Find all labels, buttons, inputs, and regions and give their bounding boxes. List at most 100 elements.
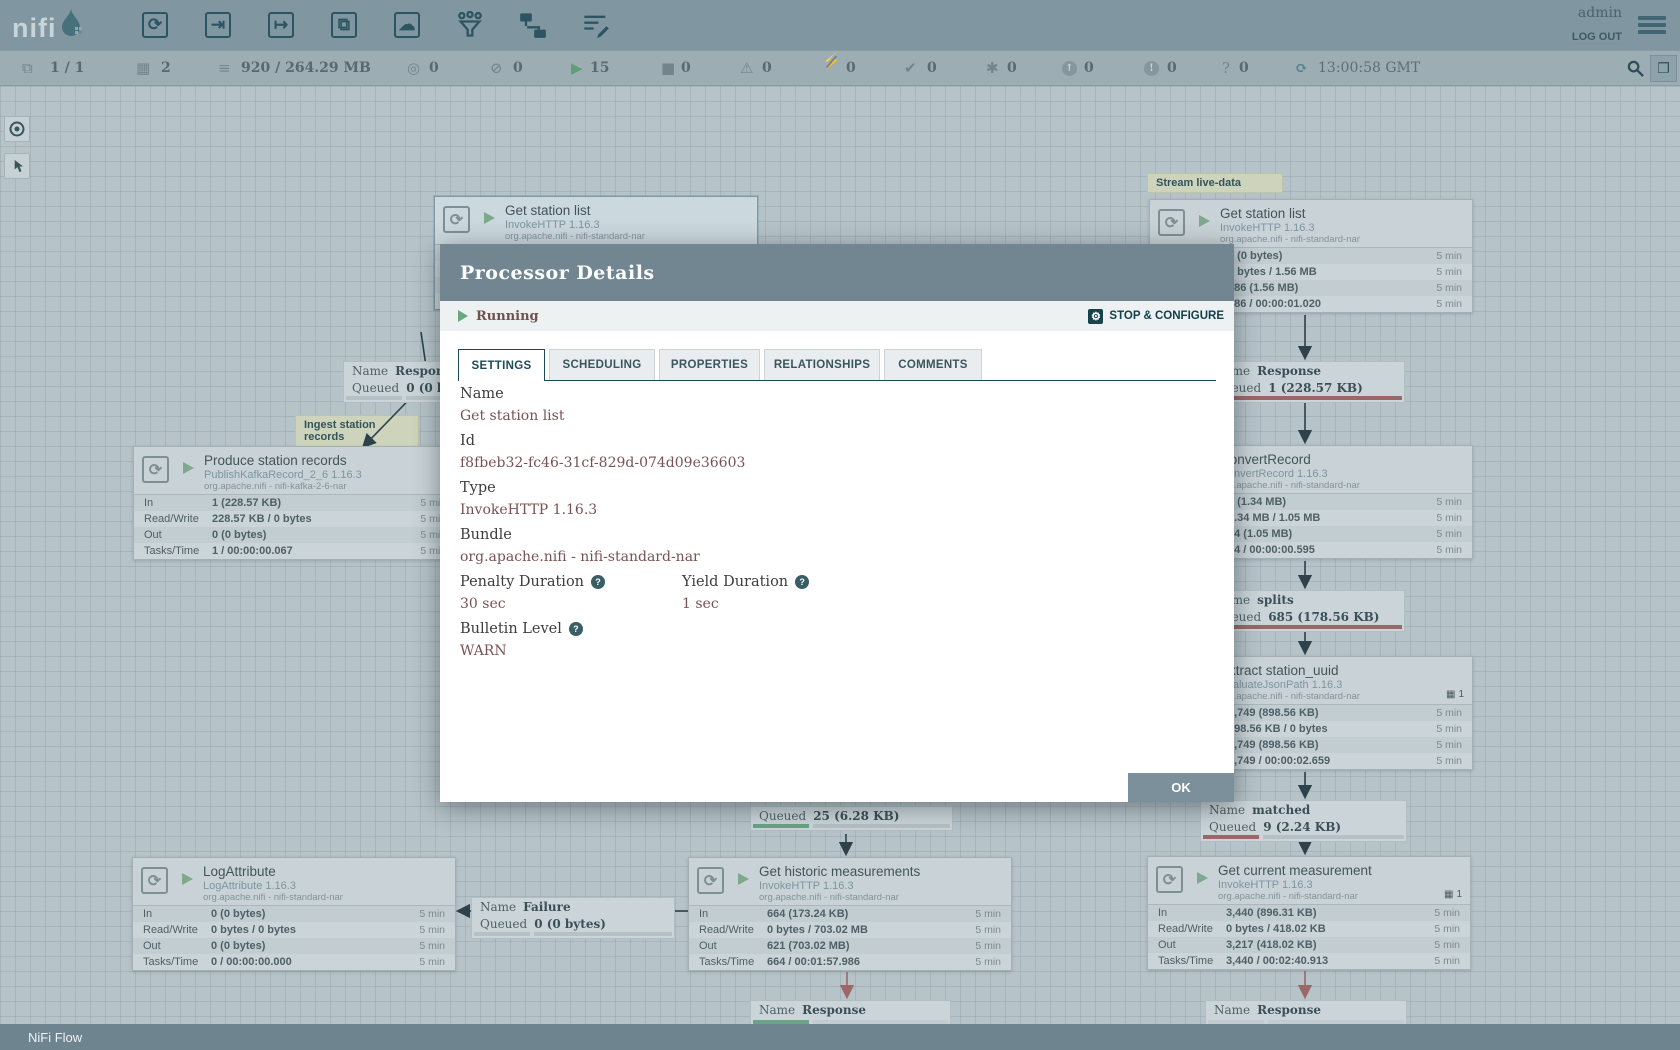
label-icon[interactable] [581,10,611,40]
field-penalty-duration: Penalty Duration? 30 sec [460,574,605,612]
processor-name: Get current measurement [1218,863,1372,878]
processor-bundle: org.apache.nifi - nifi-standard-nar [203,892,343,903]
ok-button[interactable]: OK [1128,773,1234,802]
stopped-icon: ■ [661,51,675,85]
connection-label-response-right-top[interactable]: NameResponse Queued1 (228.57 KB) [1205,361,1405,403]
hand-tool-icon[interactable] [4,153,30,179]
connection-queued-label: Queued [352,381,399,395]
toolbar-right: admin LOG OUT [1572,3,1680,48]
global-menu-icon[interactable] [1638,13,1666,37]
run-status-icon [182,873,193,885]
running-count: 15 [590,51,609,85]
processor-produce-station-records[interactable]: ⟳ Produce station records PublishKafkaRe… [133,446,457,560]
active-threads-icon: ▦ [136,51,150,85]
running-icon: ▶ [571,51,583,85]
transmitting-count: 0 [429,51,439,85]
active-thread-badge: ▦ 1 [1446,689,1464,700]
processor-type: InvokeHTTP 1.16.3 [505,219,600,231]
processor-name: Extract station_uuid [1220,663,1339,678]
processor-name: Get station list [505,203,591,218]
template-icon[interactable] [518,10,548,40]
disabled-icon: ⚡ [822,52,841,86]
locally-modified-count: 0 [1007,51,1017,85]
processor-type: InvokeHTTP 1.16.3 [1220,222,1315,234]
processor-get-historic-measurements[interactable]: ⟳ Get historic measurements InvokeHTTP 1… [688,857,1012,971]
not-transmitting-count: 0 [513,51,523,85]
tab-settings[interactable]: SETTINGS [458,349,545,381]
stopped-count: 0 [681,51,691,85]
stale-count: 0 [1084,51,1094,85]
help-icon[interactable]: ? [569,622,583,636]
connection-label-response-botmid[interactable]: NameResponse [750,1000,951,1024]
stale-icon: ↑ [1062,51,1077,85]
run-status-icon [183,462,194,474]
field-type-value: InvokeHTTP 1.16.3 [460,502,597,518]
tab-relationships[interactable]: RELATIONSHIPS [764,349,880,380]
connection-label-response-botright[interactable]: NameResponse [1205,1000,1407,1024]
breadcrumb[interactable]: NiFi Flow [28,1030,82,1045]
processor-icon[interactable]: ⟳ [140,10,170,40]
sync-failure-icon: ? [1222,51,1230,85]
processor-type-icon: ⟳ [142,456,169,483]
processor-type: LogAttribute 1.16.3 [203,880,296,892]
cluster-count: 1 / 1 [50,51,84,85]
run-status-icon [484,212,495,224]
run-status-icon [1199,215,1210,227]
panel-toggle-icon[interactable]: ❐ [1650,55,1677,82]
processor-details-dialog: Processor Details Running ⚙ STOP & CONFI… [440,244,1234,802]
transmitting-icon: ◎ [407,51,420,85]
help-icon[interactable]: ? [591,575,605,589]
dialog-title: Processor Details [460,262,655,284]
running-status-text: Running [476,309,539,324]
field-yield-value: 1 sec [682,596,809,612]
snap-to-grid-icon[interactable] [4,116,30,142]
breadcrumb-bar: NiFi Flow [0,1024,1680,1050]
processor-type-icon: ⟳ [1156,866,1183,893]
search-icon[interactable] [1622,55,1649,82]
queued-icon: ≡ [218,51,231,85]
processor-type-icon: ⟳ [697,867,724,894]
tab-comments[interactable]: COMMENTS [884,349,982,380]
tab-properties[interactable]: PROPERTIES [659,349,760,380]
field-name: Name Get station list [460,386,564,424]
logout-link[interactable]: LOG OUT [1572,31,1622,44]
field-bundle-value: org.apache.nifi - nifi-standard-nar [460,549,700,565]
connection-label-queued25[interactable]: Queued25 (6.28 KB) [750,806,953,831]
running-status-icon [458,310,468,322]
processor-bundle: org.apache.nifi - nifi-standard-nar [1220,691,1360,702]
remote-process-group-icon[interactable]: ☁ [392,10,422,40]
processor-type: PublishKafkaRecord_2_6 1.16.3 [204,469,362,481]
run-status-icon [738,873,749,885]
processor-log-attribute[interactable]: ⟳ LogAttribute LogAttribute 1.16.3 org.a… [132,857,456,971]
active-threads-count: 2 [161,51,171,85]
nifi-logo-text: nifi [12,13,57,44]
help-icon[interactable]: ? [795,575,809,589]
processor-type: ConvertRecord 1.16.3 [1220,468,1328,480]
up-to-date-count: 0 [927,51,937,85]
connection-label-matched[interactable]: Namematched Queued9 (2.24 KB) [1200,800,1407,842]
connection-label-splits[interactable]: Namesplits Queued685 (178.56 KB) [1205,590,1405,632]
processor-bundle: org.apache.nifi - nifi-kafka-2-6-nar [204,481,347,492]
processor-bundle: org.apache.nifi - nifi-standard-nar [1220,234,1360,245]
funnel-icon[interactable] [455,10,485,40]
tab-scheduling[interactable]: SCHEDULING [549,349,655,380]
invalid-count: 0 [762,51,772,85]
connection-label-failure[interactable]: NameFailure Queued0 (0 bytes) [471,897,675,939]
gear-icon: ⚙ [1088,309,1103,324]
processor-bundle: org.apache.nifi - nifi-standard-nar [759,892,899,903]
top-toolbar: nifi ⟳ ⇥ ↦ ⧉ ☁ admin LOG OUT [0,0,1680,50]
disabled-count: 0 [846,51,856,85]
processor-bundle: org.apache.nifi - nifi-standard-nar [505,231,645,242]
processor-type: InvokeHTTP 1.16.3 [759,880,854,892]
refresh-icon[interactable]: ⟳ [1295,51,1308,85]
field-id: Id f8fbeb32-fc46-31cf-829d-074d09e36603 [460,433,745,471]
stop-and-configure-button[interactable]: ⚙ STOP & CONFIGURE [1088,301,1224,331]
not-transmitting-icon: ⊘ [490,51,503,85]
process-group-icon[interactable]: ⧉ [329,10,359,40]
output-port-icon[interactable]: ↦ [266,10,296,40]
up-to-date-icon: ✔ [904,51,917,85]
processor-type-icon: ⟳ [141,867,168,894]
input-port-icon[interactable]: ⇥ [203,10,233,40]
locally-modified-icon: ✱ [986,51,999,85]
processor-get-current-measurement[interactable]: ⟳ Get current measurement InvokeHTTP 1.1… [1147,856,1471,970]
